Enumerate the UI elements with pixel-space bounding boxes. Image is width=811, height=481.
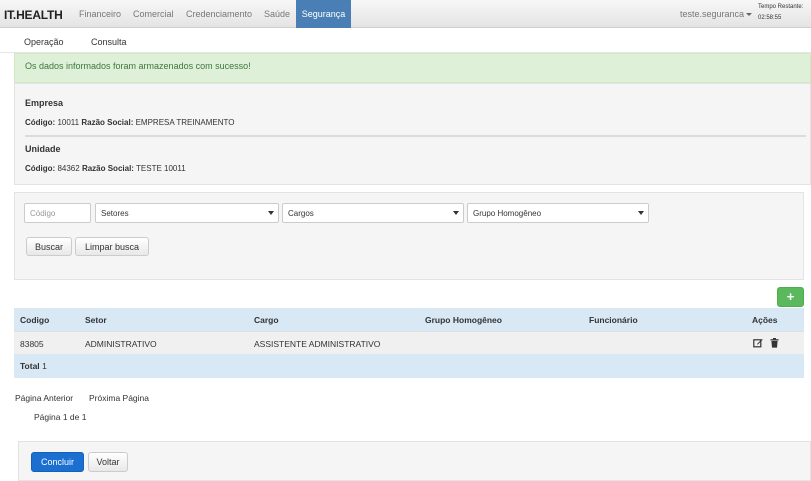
cargos-select[interactable]: Cargos	[282, 203, 464, 223]
header-cargo: Cargo	[254, 315, 279, 325]
cell-setor: ADMINISTRATIVO	[85, 339, 157, 349]
session-timer-value: 02:58:55	[758, 15, 782, 21]
next-page-link[interactable]: Próxima Página	[89, 393, 149, 403]
setores-chevron-down-icon	[268, 211, 274, 215]
conclude-button[interactable]: Concluir	[31, 452, 84, 472]
header-funcionario: Funcionário	[589, 315, 638, 325]
total-count: Total 1	[20, 361, 47, 371]
empresa-codigo-value: 10011	[57, 118, 80, 127]
setores-select[interactable]: Setores	[95, 203, 279, 223]
top-navbar: IT.HEALTH Financeiro Comercial Credencia…	[0, 0, 811, 28]
session-timer-label: Tempo Restante:	[758, 4, 804, 10]
empresa-razao-value: EMPRESA TREINAMENTO	[135, 118, 235, 127]
empresa-codigo-label: Código:	[25, 118, 56, 127]
back-button[interactable]: Voltar	[88, 452, 128, 472]
empresa-razao-label: Razão Social:	[81, 118, 134, 127]
clear-search-button[interactable]: Limpar busca	[75, 237, 149, 256]
nav-item-financeiro[interactable]: Financeiro	[79, 9, 121, 19]
cargos-select-value: Cargos	[288, 209, 314, 218]
header-setor: Setor	[85, 315, 107, 325]
user-menu[interactable]: teste.seguranca	[680, 9, 753, 19]
unidade-codigo-value: 84362	[57, 164, 80, 173]
add-button[interactable]: +	[777, 287, 804, 307]
trash-icon[interactable]	[770, 338, 780, 349]
grupo-homogeneo-select-value: Grupo Homogêneo	[473, 209, 542, 218]
grupo-homogeneo-select[interactable]: Grupo Homogêneo	[467, 203, 649, 223]
unidade-codigo-label: Código:	[25, 164, 56, 173]
page-info: Página 1 de 1	[34, 412, 87, 422]
unidade-details: Código: 84362 Razão Social: TESTE 10011	[25, 164, 186, 173]
cell-codigo: 83805	[20, 339, 44, 349]
nav-item-credenciamento[interactable]: Credenciamento	[186, 9, 252, 19]
nav-item-saude[interactable]: Saúde	[264, 9, 290, 19]
empresa-title: Empresa	[25, 98, 64, 108]
total-value: 1	[42, 361, 47, 371]
caret-down-icon	[746, 13, 753, 17]
nav-item-seguranca[interactable]: Segurança	[296, 0, 351, 28]
footer-actions: Concluir Voltar	[18, 441, 811, 481]
search-button[interactable]: Buscar	[26, 237, 72, 256]
header-grupo-homogeneo: Grupo Homogêneo	[425, 315, 502, 325]
edit-icon[interactable]	[753, 338, 763, 349]
empresa-details: Código: 10011 Razão Social: EMPRESA TREI…	[25, 118, 234, 127]
setores-select-value: Setores	[101, 209, 129, 218]
table-header: Codigo Setor Cargo Grupo Homogêneo Funci…	[14, 308, 804, 331]
previous-page-link[interactable]: Página Anterior	[15, 393, 73, 403]
user-name: teste.seguranca	[680, 9, 745, 19]
info-divider	[25, 135, 806, 137]
subnav-item-operacao[interactable]: Operação	[24, 37, 64, 47]
header-codigo: Codigo	[20, 315, 50, 325]
cell-cargo: ASSISTENTE ADMINISTRATIVO	[254, 339, 381, 349]
unidade-title: Unidade	[25, 144, 61, 154]
unidade-razao-label: Razão Social:	[81, 164, 134, 173]
subnav-item-consulta[interactable]: Consulta	[91, 37, 127, 47]
success-alert: Os dados informados foram armazenados co…	[14, 53, 811, 83]
sub-navbar: Operação Consulta	[0, 29, 811, 53]
nav-item-comercial[interactable]: Comercial	[133, 9, 174, 19]
info-panel: Empresa Código: 10011 Razão Social: EMPR…	[14, 83, 811, 185]
grupo-chevron-down-icon	[638, 211, 644, 215]
brand-logo[interactable]: IT.HEALTH	[4, 8, 63, 22]
table-footer: Total 1	[14, 354, 804, 378]
codigo-input[interactable]: Código	[24, 203, 91, 223]
table-row: 83805 ADMINISTRATIVO ASSISTENTE ADMINIST…	[14, 331, 804, 354]
unidade-razao-value: TESTE 10011	[136, 164, 186, 173]
total-label: Total	[20, 361, 40, 371]
header-acoes: Ações	[752, 315, 778, 325]
cargos-chevron-down-icon	[453, 211, 459, 215]
filter-panel: Código Setores Cargos Grupo Homogêneo Bu…	[14, 192, 804, 280]
